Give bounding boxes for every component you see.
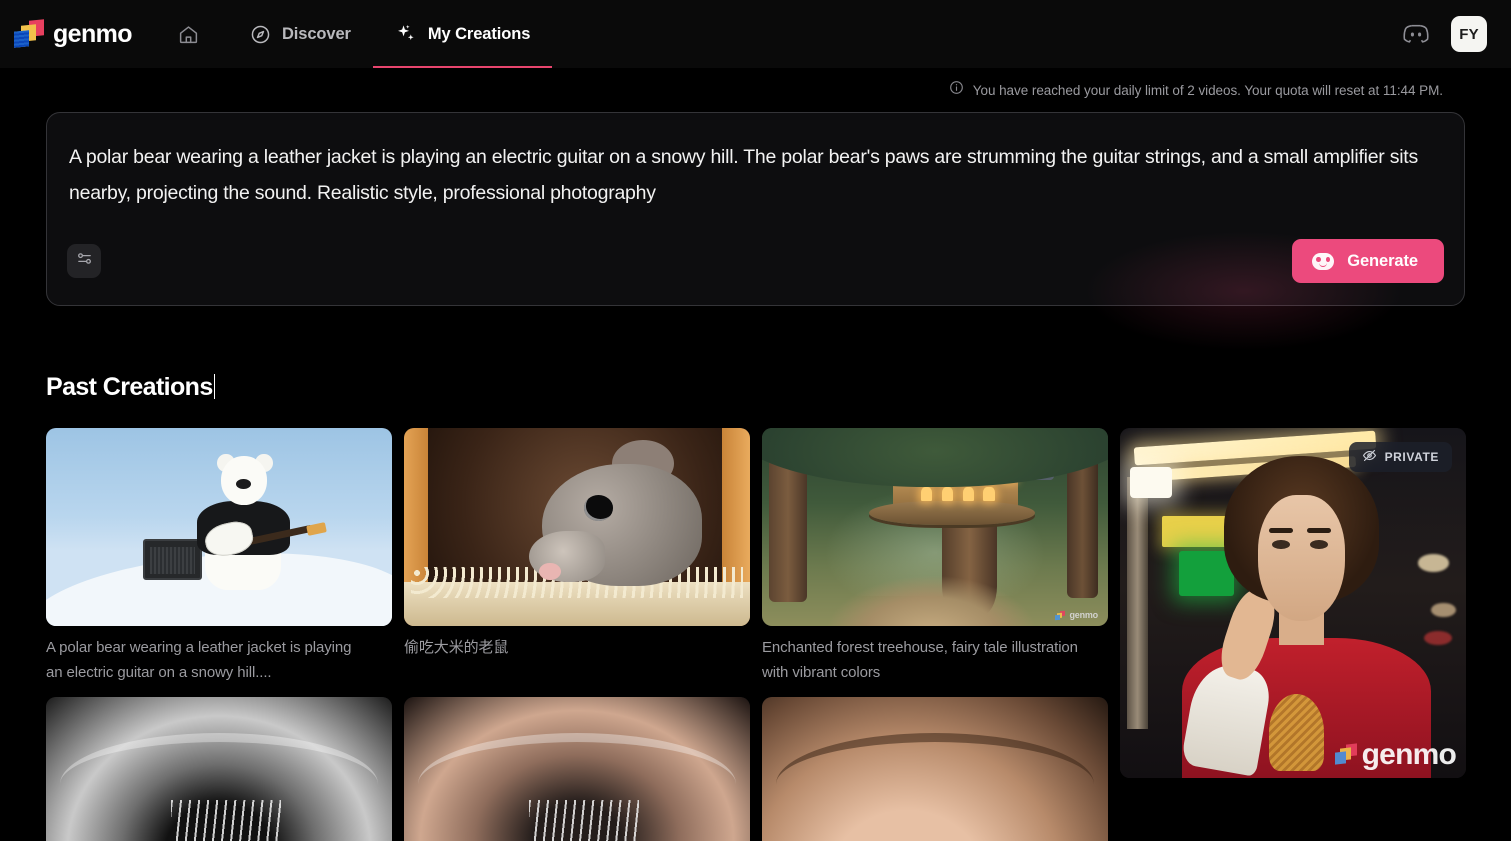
info-icon <box>949 80 964 100</box>
brand-logo[interactable]: genmo <box>14 19 133 49</box>
past-creations-gallery: A polar bear wearing a leather jacket is… <box>46 428 1466 841</box>
creation-thumbnail[interactable] <box>404 697 750 841</box>
creation-thumbnail[interactable]: PRIVATE genmo <box>1120 428 1466 778</box>
generate-button[interactable]: Generate <box>1292 239 1444 283</box>
mochi-face-icon <box>1312 252 1335 270</box>
creation-thumbnail[interactable] <box>46 428 392 626</box>
brand-name: genmo <box>53 19 133 48</box>
creation-card-polar-bear[interactable]: A polar bear wearing a leather jacket is… <box>46 428 392 685</box>
generate-button-label: Generate <box>1347 251 1418 270</box>
sparkles-icon <box>395 23 417 45</box>
nav-item-my-creations-label: My Creations <box>427 24 531 43</box>
creation-card-night-portrait[interactable]: PRIVATE genmo <box>1120 428 1466 778</box>
creation-caption: 偷吃大米的老鼠 <box>404 639 509 656</box>
creation-caption: Enchanted forest treehouse, fairy tale i… <box>762 639 1078 681</box>
private-badge-label: PRIVATE <box>1384 450 1439 464</box>
eye-skin-scene-image <box>762 697 1108 841</box>
treehouse-scene-image <box>762 428 1108 626</box>
prompt-card[interactable]: A polar bear wearing a leather jacket is… <box>46 112 1465 351</box>
watermark-text: genmo <box>1361 738 1457 771</box>
quota-notice: You have reached your daily limit of 2 v… <box>46 68 1465 112</box>
creation-thumbnail[interactable] <box>46 697 392 841</box>
compass-icon <box>250 24 271 45</box>
nav-right-group: FY <box>1403 16 1487 52</box>
prompt-toolbar: Generate <box>67 239 1444 283</box>
nav-item-discover-label: Discover <box>281 24 351 43</box>
text-caret <box>213 374 216 399</box>
eye-off-icon <box>1362 448 1377 466</box>
nav-item-discover[interactable]: Discover <box>228 0 373 68</box>
creation-card-treehouse[interactable]: genmo Enchanted forest treehouse, fairy … <box>762 428 1108 685</box>
main-content: You have reached your daily limit of 2 v… <box>0 68 1511 841</box>
genmo-logo-icon <box>14 19 44 49</box>
user-avatar[interactable]: FY <box>1451 16 1487 52</box>
genmo-watermark: genmo <box>1055 610 1098 620</box>
top-navbar: genmo Discover My Creations FY <box>0 0 1511 68</box>
private-badge: PRIVATE <box>1348 442 1452 472</box>
creation-thumbnail[interactable] <box>762 697 1108 841</box>
nav-item-home[interactable] <box>160 0 228 68</box>
genmo-logo-icon <box>1334 743 1357 766</box>
creation-thumbnail[interactable] <box>404 428 750 626</box>
genmo-logo-icon <box>1055 610 1065 620</box>
creation-card-eye-bw[interactable] <box>46 697 392 841</box>
creation-card-mouse-rice[interactable]: 偷吃大米的老鼠 <box>404 428 750 660</box>
sliders-icon <box>76 250 93 272</box>
creation-card-eye-skin[interactable] <box>762 697 1108 841</box>
creation-caption: A polar bear wearing a leather jacket is… <box>46 639 352 681</box>
genmo-watermark: genmo <box>1334 738 1457 772</box>
eye-bw-scene-image <box>46 697 392 841</box>
mouse-scene-image <box>404 428 750 626</box>
prompt-input[interactable]: A polar bear wearing a leather jacket is… <box>67 139 1444 211</box>
creation-thumbnail[interactable]: genmo <box>762 428 1108 626</box>
quota-message: You have reached your daily limit of 2 v… <box>972 82 1443 98</box>
polar-bear-scene-image <box>46 428 392 626</box>
nav-items: Discover My Creations <box>160 0 553 68</box>
creation-card-eye-warm[interactable] <box>404 697 750 841</box>
watermark-text: genmo <box>1069 610 1098 620</box>
discord-icon[interactable] <box>1403 24 1429 44</box>
night-portrait-scene-image <box>1120 428 1466 778</box>
prompt-settings-button[interactable] <box>67 244 101 278</box>
page-title-text: Past Creations <box>46 373 213 401</box>
page-title: Past Creations <box>46 373 216 402</box>
home-icon <box>178 24 199 45</box>
eye-warm-scene-image <box>404 697 750 841</box>
nav-item-my-creations[interactable]: My Creations <box>372 0 553 68</box>
